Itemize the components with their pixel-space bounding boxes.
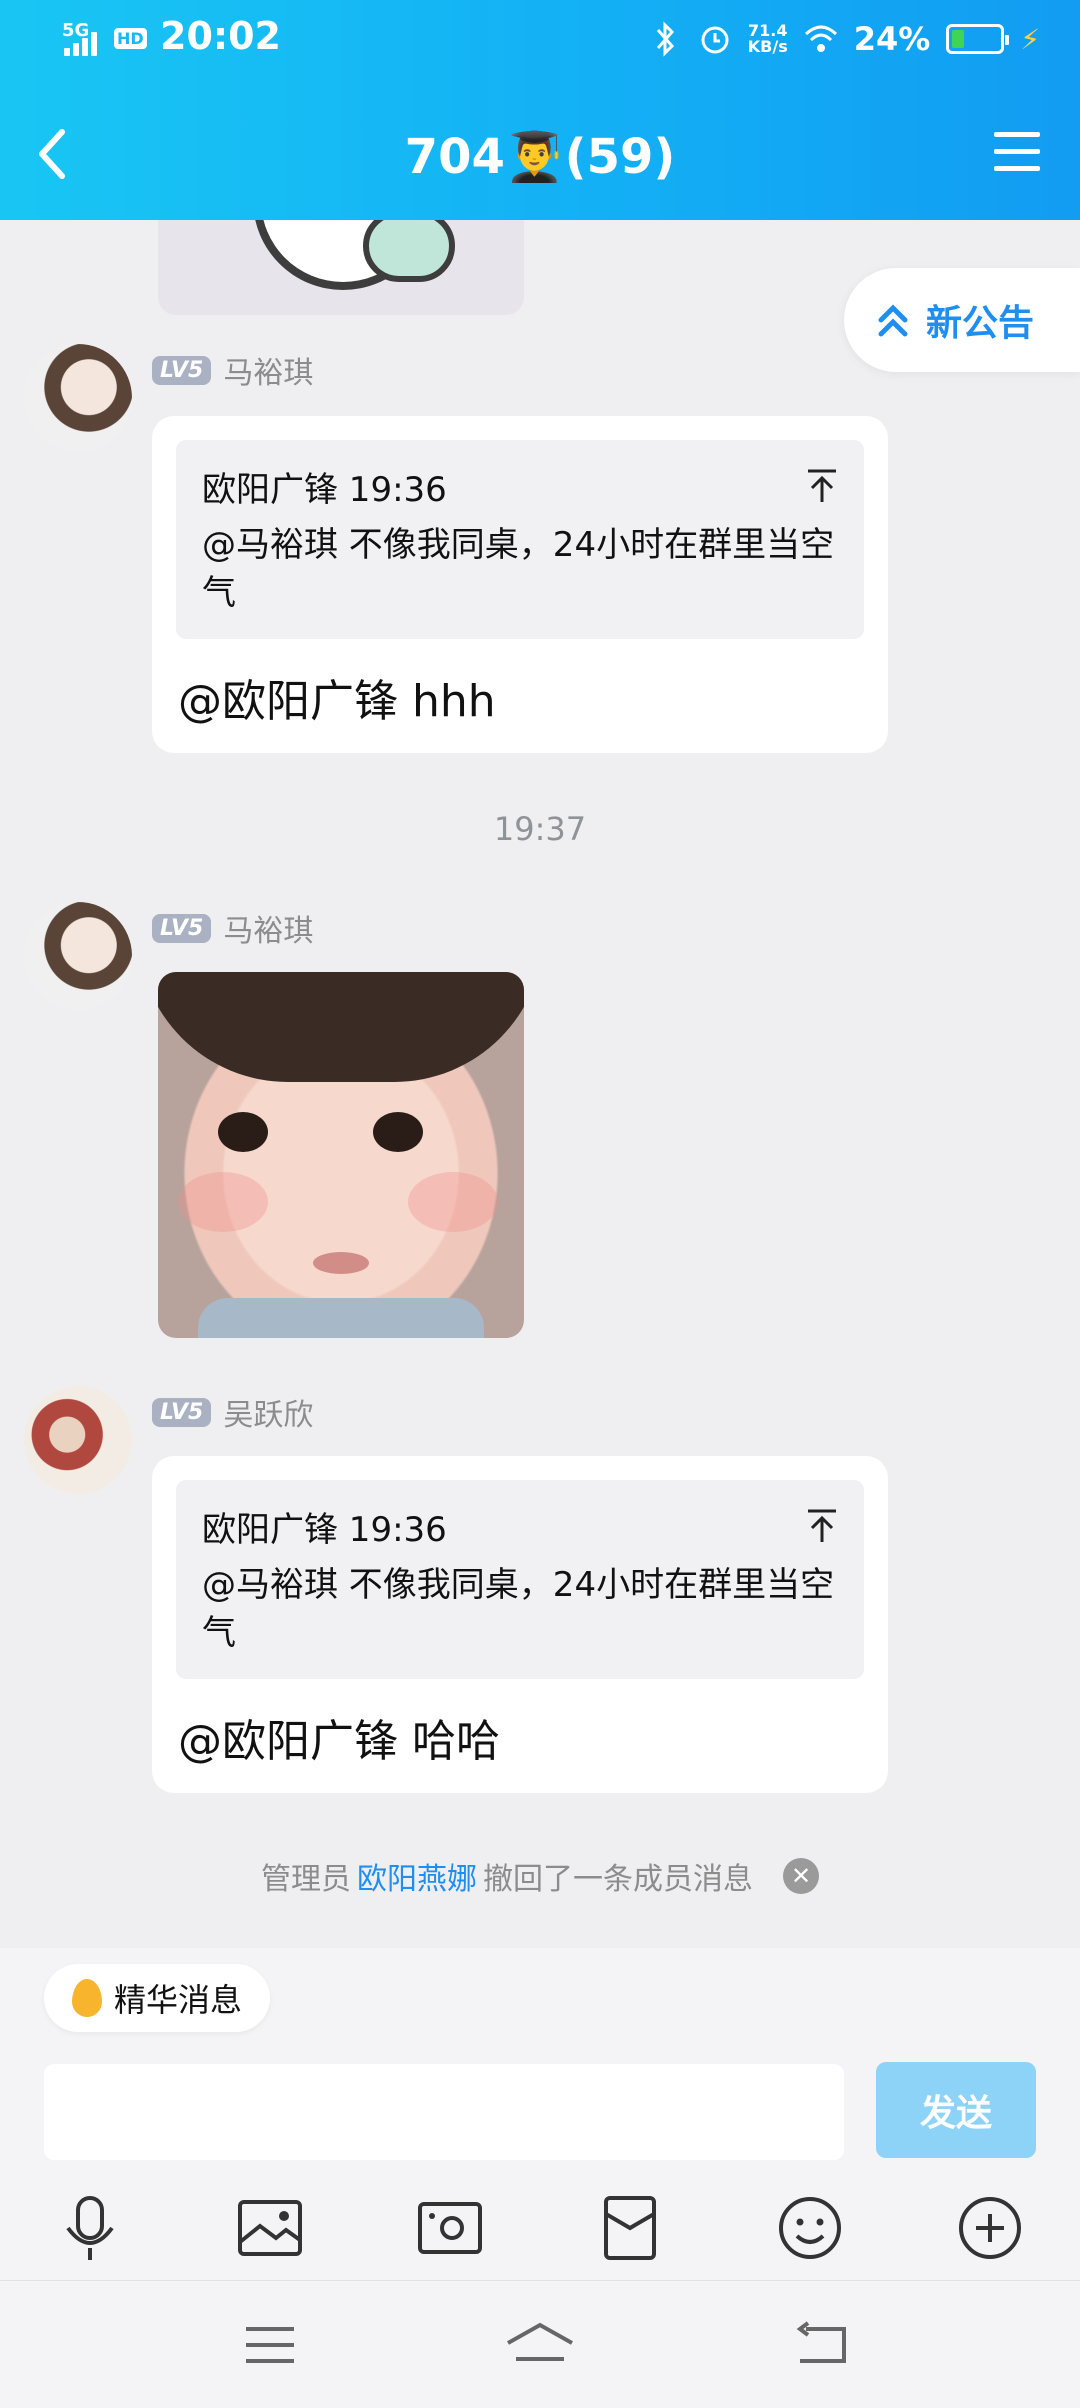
image-icon[interactable] (230, 2188, 310, 2268)
quote-text: @马裕琪 不像我同桌，24小时在群里当空气 (202, 1565, 835, 1653)
avatar[interactable] (24, 344, 132, 452)
quote-author-time: 欧阳广锋 19:36 (202, 470, 447, 510)
hamburger-icon[interactable] (994, 130, 1040, 174)
baby-face-sticker[interactable] (158, 972, 524, 1338)
input-panel: 精华消息 发送 (0, 1948, 1080, 2408)
recall-notice: 管理员 欧阳燕娜 撤回了一条成员消息 ✕ (0, 1854, 1080, 1898)
network-speed: 71.4 KB/s (748, 23, 788, 55)
admin-name-link[interactable]: 欧阳燕娜 (357, 1854, 477, 1898)
sender-name[interactable]: 马裕琪 (223, 348, 313, 392)
close-icon[interactable]: ✕ (783, 1858, 819, 1894)
recall-suffix: 撤回了一条成员消息 (483, 1862, 753, 1897)
message-text: @欧阳广锋 哈哈 (178, 1716, 500, 1767)
hd-badge: HD (114, 28, 147, 49)
sender-name[interactable]: 吴跃欣 (223, 1390, 313, 1434)
level-badge: LV5 (152, 913, 212, 943)
speed-unit: KB/s (747, 37, 788, 56)
level-badge: LV5 (152, 355, 212, 385)
red-packet-icon[interactable] (590, 2188, 670, 2268)
message-meta: LV5 马裕琪 (152, 906, 313, 950)
double-chevron-up-icon (878, 304, 908, 337)
jump-to-top-icon[interactable] (806, 468, 838, 504)
charging-icon: ⚡ (1020, 22, 1040, 56)
jump-to-top-icon[interactable] (806, 1508, 838, 1544)
camera-icon[interactable] (410, 2188, 490, 2268)
wifi-icon (804, 25, 837, 52)
new-announcement-label: 新公告 (926, 303, 1035, 344)
message-list[interactable]: 新公告 LV5 马裕琪 欧阳广锋 19:36 @马裕琪 不像我同桌，24小时在群… (0, 220, 1080, 1950)
recall-prefix: 管理员 (261, 1862, 351, 1897)
message-meta: LV5 马裕琪 (152, 348, 313, 392)
clock: 20:02 (160, 14, 281, 58)
home-icon[interactable] (504, 2315, 576, 2375)
battery-icon (946, 24, 1010, 54)
plus-icon[interactable] (950, 2188, 1030, 2268)
header-bar: 5G HD 20:02 71.4 KB/s 24% ⚡ 704👨‍🎓(59) (0, 0, 1080, 220)
status-bar: 5G HD 20:02 71.4 KB/s 24% ⚡ (0, 0, 1080, 84)
send-button[interactable]: 发送 (876, 2062, 1036, 2158)
new-announcement-button[interactable]: 新公告 (844, 268, 1080, 372)
bluetooth-icon (656, 21, 674, 57)
back-icon[interactable] (790, 2315, 850, 2375)
avatar[interactable] (24, 1386, 132, 1494)
essence-label: 精华消息 (114, 1981, 243, 2019)
alarm-icon (701, 26, 729, 54)
quoted-message[interactable]: 欧阳广锋 19:36 @马裕琪 不像我同桌，24小时在群里当空气 (176, 1480, 864, 1679)
message-bubble[interactable]: 欧阳广锋 19:36 @马裕琪 不像我同桌，24小时在群里当空气 @欧阳广锋 哈… (152, 1456, 888, 1793)
recent-apps-icon[interactable] (240, 2315, 300, 2375)
quote-text: @马裕琪 不像我同桌，24小时在群里当空气 (202, 525, 835, 613)
message-input[interactable] (44, 2064, 844, 2160)
quote-author-time: 欧阳广锋 19:36 (202, 1510, 447, 1550)
system-navigation-bar (0, 2280, 1080, 2408)
level-badge: LV5 (152, 1397, 212, 1427)
battery-percent: 24% (853, 20, 931, 58)
battery-level (952, 30, 965, 48)
sender-name[interactable]: 马裕琪 (223, 906, 313, 950)
emoji-icon[interactable] (770, 2188, 850, 2268)
microphone-icon[interactable] (50, 2188, 130, 2268)
message-meta: LV5 吴跃欣 (152, 1390, 313, 1434)
avatar[interactable] (24, 902, 132, 1010)
essence-messages-button[interactable]: 精华消息 (44, 1964, 271, 2032)
flame-icon (72, 1979, 102, 2017)
timestamp-divider: 19:37 (493, 810, 587, 848)
message-text: @欧阳广锋 hhh (178, 676, 496, 727)
group-title: 704👨‍🎓(59) (404, 129, 676, 185)
message-bubble[interactable]: 欧阳广锋 19:36 @马裕琪 不像我同桌，24小时在群里当空气 @欧阳广锋 h… (152, 416, 888, 753)
quoted-message[interactable]: 欧阳广锋 19:36 @马裕琪 不像我同桌，24小时在群里当空气 (176, 440, 864, 639)
nav-bar: 704👨‍🎓(59) (0, 110, 1080, 200)
input-toolbar (0, 2188, 1080, 2288)
sticker-image[interactable] (158, 220, 524, 315)
